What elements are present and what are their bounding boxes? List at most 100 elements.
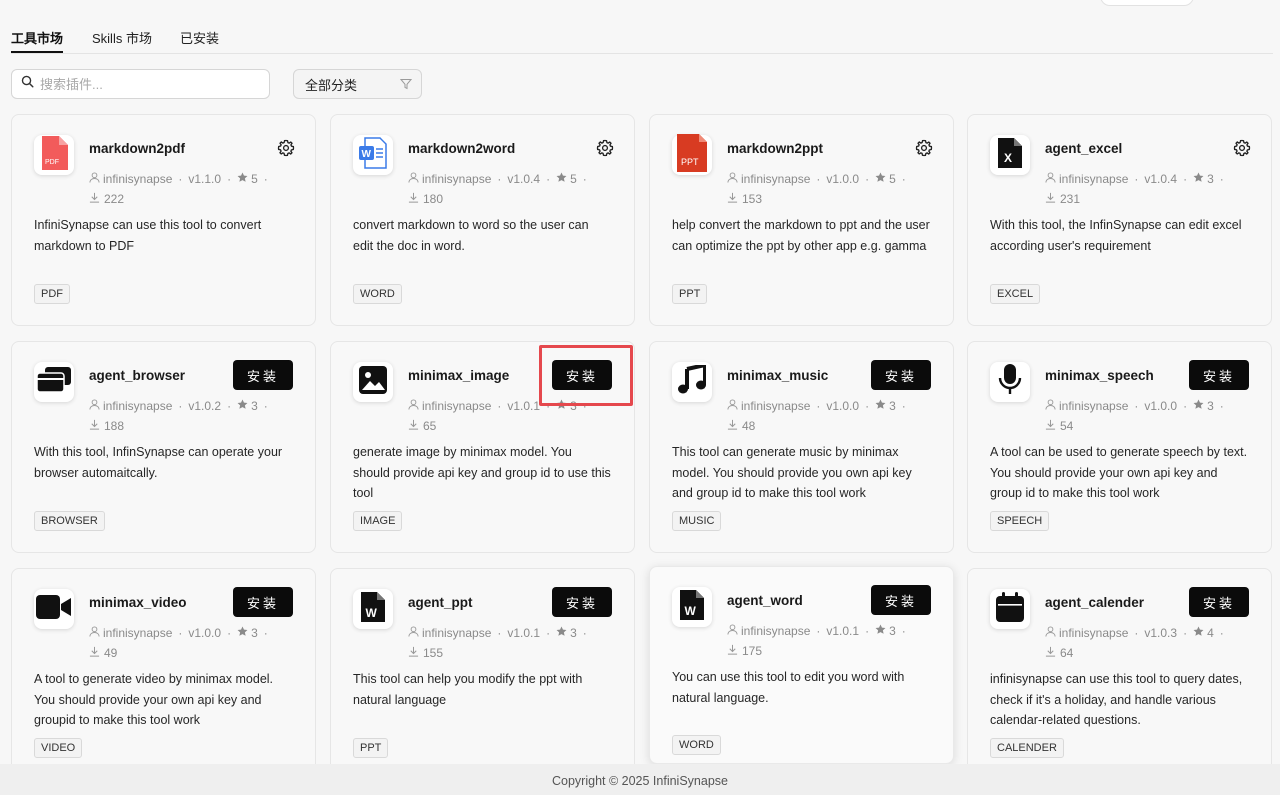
download-icon	[727, 192, 742, 206]
plugin-icon-box: PDF	[34, 135, 74, 175]
plugin-tag: PPT	[353, 738, 389, 758]
separator-dot: ·	[1183, 626, 1188, 640]
plugin-meta: infinisynapse · v1.0.0 · 3 ·	[89, 626, 274, 640]
separator-dot: ·	[901, 172, 906, 186]
plugin-card-minimax_video[interactable]: minimax_video 安装 infinisynapse · v1.0.0 …	[11, 568, 316, 780]
plugin-name: minimax_video	[89, 595, 187, 610]
download-value: 188	[104, 419, 125, 433]
star-count: 3	[889, 399, 896, 413]
svg-text:PPT: PPT	[681, 157, 699, 167]
plugin-tag: PDF	[34, 284, 70, 304]
user-icon	[89, 626, 103, 640]
star-icon	[1193, 172, 1207, 186]
separator-dot: ·	[178, 172, 183, 186]
footer: Copyright © 2025 InfiniSynapse	[0, 764, 1280, 795]
plugin-name: minimax_music	[727, 368, 829, 383]
plugin-card-markdown2word[interactable]: W markdown2word infinisynapse · v1.0.4 ·…	[330, 114, 635, 326]
separator-dot: ·	[901, 624, 906, 638]
download-value: 222	[104, 192, 125, 206]
tab-skills-market[interactable]: Skills 市场	[92, 28, 152, 47]
star-count: 5	[889, 172, 896, 186]
author-name: infinisynapse	[741, 399, 811, 413]
install-button[interactable]: 安装	[1189, 360, 1249, 390]
plugin-name: minimax_image	[408, 368, 510, 383]
search-icon	[21, 75, 34, 93]
download-icon	[727, 419, 742, 433]
download-count: 48	[727, 419, 755, 433]
star-icon	[237, 172, 251, 186]
svg-text:W: W	[685, 604, 697, 618]
separator-dot: ·	[1183, 172, 1188, 186]
user-icon	[408, 626, 422, 640]
plugin-name: agent_word	[727, 593, 803, 608]
star-count: 4	[1207, 626, 1214, 640]
category-select[interactable]: 全部分类	[293, 69, 422, 99]
plugin-card-agent_browser[interactable]: agent_browser 安装 infinisynapse · v1.0.2 …	[11, 341, 316, 553]
user-icon	[727, 172, 741, 186]
install-button[interactable]: 安装	[233, 360, 293, 390]
star-icon	[875, 172, 889, 186]
download-count: 188	[89, 419, 124, 433]
svg-text:PDF: PDF	[45, 159, 59, 166]
plugin-meta: infinisynapse · v1.0.0 · 3 ·	[1045, 399, 1230, 413]
plugin-description: A tool to generate video by minimax mode…	[34, 672, 274, 727]
plugin-card-agent_ppt[interactable]: W agent_ppt 安装 infinisynapse · v1.0.1 · …	[330, 568, 635, 780]
plugin-card-minimax_music[interactable]: minimax_music 安装 infinisynapse · v1.0.0 …	[649, 341, 954, 553]
install-button[interactable]: 安装	[871, 360, 931, 390]
plugin-card-minimax_image[interactable]: minimax_image 安装 infinisynapse · v1.0.1 …	[330, 341, 635, 553]
user-icon	[727, 624, 741, 638]
plugin-card-minimax_speech[interactable]: minimax_speech 安装 infinisynapse · v1.0.0…	[967, 341, 1272, 553]
install-button[interactable]: 安装	[552, 587, 612, 617]
browser-windows-icon	[36, 366, 72, 398]
star-icon	[237, 399, 251, 413]
plugin-description: With this tool, the InfinSynapse can edi…	[990, 218, 1242, 253]
settings-gear-icon[interactable]	[1233, 139, 1251, 157]
version-label: v1.0.0	[1144, 399, 1178, 413]
download-icon	[727, 644, 742, 658]
install-button[interactable]: 安装	[1189, 587, 1249, 617]
separator-dot: ·	[497, 626, 502, 640]
version-label: v1.0.0	[188, 626, 222, 640]
star-icon	[237, 626, 251, 640]
star-count: 3	[570, 399, 577, 413]
download-count: 222	[89, 192, 124, 206]
svg-text:W: W	[362, 149, 372, 160]
settings-gear-icon[interactable]	[915, 139, 933, 157]
download-icon	[1045, 192, 1060, 206]
separator-dot: ·	[497, 172, 502, 186]
download-value: 54	[1060, 419, 1074, 433]
plugin-name: agent_browser	[89, 368, 186, 383]
separator-dot: ·	[865, 399, 870, 413]
separator-dot: ·	[901, 399, 906, 413]
settings-gear-icon[interactable]	[277, 139, 295, 157]
separator-dot: ·	[816, 172, 821, 186]
settings-gear-icon[interactable]	[596, 139, 614, 157]
version-label: v1.0.4	[507, 172, 541, 186]
plugin-card-agent_calender[interactable]: agent_calender 安装 infinisynapse · v1.0.3…	[967, 568, 1272, 780]
plugin-card-agent_excel[interactable]: X agent_excel infinisynapse · v1.0.4 · 3…	[967, 114, 1272, 326]
tab-tool-market[interactable]: 工具市场	[11, 28, 63, 47]
plugin-description: infinisynapse can use this tool to query…	[990, 672, 1243, 727]
plugin-name: markdown2word	[408, 141, 516, 156]
category-select-value: 全部分类	[305, 77, 358, 93]
download-icon	[408, 646, 423, 660]
search-input[interactable]	[40, 76, 250, 92]
search-box[interactable]	[11, 69, 270, 99]
download-count: 155	[408, 646, 443, 660]
tab-installed[interactable]: 已安装	[180, 28, 219, 47]
separator-dot: ·	[263, 626, 268, 640]
user-icon	[408, 172, 422, 186]
separator-dot: ·	[1183, 399, 1188, 413]
install-button[interactable]: 安装	[552, 360, 612, 390]
calendar-icon	[996, 591, 1024, 627]
plugin-description: With this tool, InfinSynapse can operate…	[34, 445, 283, 480]
install-button[interactable]: 安装	[233, 587, 293, 617]
plugin-card-markdown2ppt[interactable]: PPT markdown2ppt infinisynapse · v1.0.0 …	[649, 114, 954, 326]
svg-text:X: X	[1004, 151, 1012, 165]
plugin-card-markdown2pdf[interactable]: PDF markdown2pdf infinisynapse · v1.1.0 …	[11, 114, 316, 326]
install-button[interactable]: 安装	[871, 585, 931, 615]
plugin-card-agent_word[interactable]: W agent_word 安装 infinisynapse · v1.0.1 ·…	[649, 566, 954, 764]
active-tab-indicator	[11, 51, 63, 53]
author-name: infinisynapse	[103, 399, 173, 413]
version-label: v1.0.4	[1144, 172, 1178, 186]
